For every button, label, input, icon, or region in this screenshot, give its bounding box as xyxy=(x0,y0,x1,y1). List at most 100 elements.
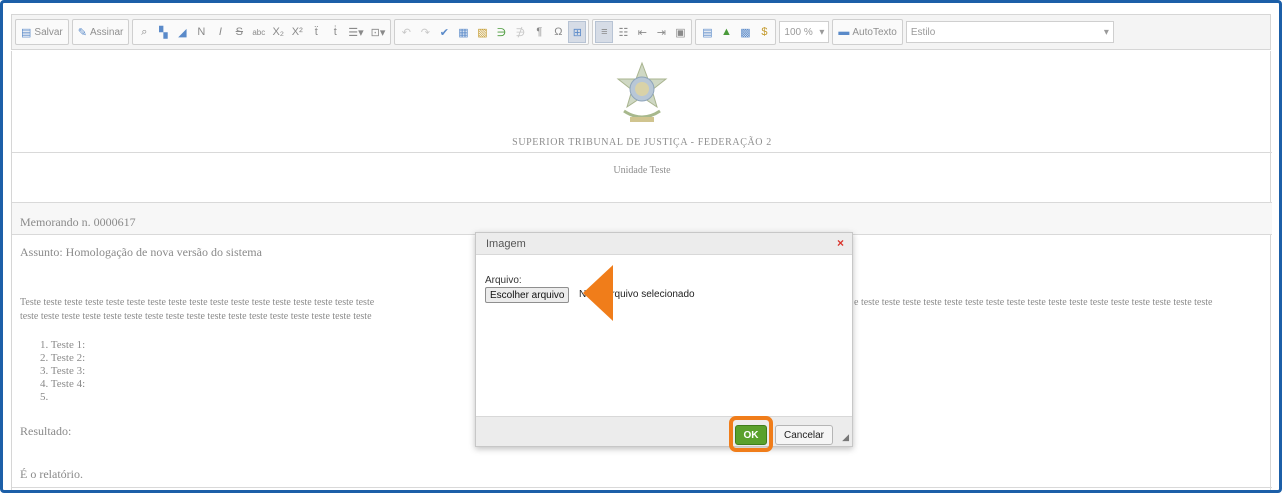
font-size-up-button[interactable]: ẗ xyxy=(307,21,325,43)
italic-button[interactable]: I xyxy=(211,21,229,43)
smallcaps-button[interactable]: abc xyxy=(249,21,268,43)
dollar-icon: $ xyxy=(761,26,768,38)
indent-button[interactable]: ⇥ xyxy=(652,21,670,43)
bold-button[interactable]: N xyxy=(192,21,210,43)
zoom-select[interactable]: 100 % ▾ xyxy=(779,21,830,43)
undo-button[interactable]: ↶ xyxy=(397,21,415,43)
subscript-button[interactable]: X₂ xyxy=(269,21,287,43)
subject-line: Assunto: Homologação de nova versão do s… xyxy=(20,245,262,259)
paragraph-line-2: teste teste teste teste teste teste test… xyxy=(20,311,372,322)
format-icon: ⊡▾ xyxy=(370,26,386,39)
list-item: 1. Teste 1: xyxy=(40,339,86,351)
undo-icon: ↶ xyxy=(401,26,411,39)
closing-line: É o relatório. xyxy=(20,467,83,481)
font-size-icon: ẗ xyxy=(314,26,318,38)
style-value: Estilo xyxy=(910,26,936,38)
template-button[interactable]: ▤ xyxy=(698,21,716,43)
window-frame: ▤ Salvar ✎ Assinar ⌕ ▚ ◢ N I S abc X₂ X²… xyxy=(0,0,1282,493)
italic-icon: I xyxy=(218,26,222,38)
document-header: SUPERIOR TRIBUNAL DE JUSTIÇA - FEDERAÇÃO… xyxy=(12,51,1272,153)
special-char-button[interactable]: Ω xyxy=(549,21,567,43)
calendar-icon: ▩ xyxy=(740,26,751,39)
editor-toolbar: ▤ Salvar ✎ Assinar ⌕ ▚ ◢ N I S abc X₂ X²… xyxy=(11,14,1271,50)
close-icon[interactable]: × xyxy=(837,236,844,250)
spellcheck-button[interactable]: ✔ xyxy=(435,21,453,43)
eraser-button[interactable]: ◢ xyxy=(173,21,191,43)
table-icon: ▦ xyxy=(458,26,469,39)
coat-of-arms-icon xyxy=(616,61,668,122)
paste-button[interactable]: ▧ xyxy=(473,21,491,43)
find-replace-button[interactable]: ⌕ xyxy=(135,21,153,43)
superscript-icon: X² xyxy=(291,26,303,38)
sign-button[interactable]: ✎ Assinar xyxy=(75,21,127,43)
outdent-icon: ⇤ xyxy=(637,26,647,39)
image-button[interactable]: ▣ xyxy=(671,21,689,43)
indent-icon: ⇥ xyxy=(656,26,666,39)
link-icon: ∋ xyxy=(496,26,507,39)
list-style-dropdown[interactable]: ☰▾ xyxy=(345,21,366,43)
style-select[interactable]: Estilo ▾ xyxy=(905,21,1114,43)
list-item: 3. Teste 3: xyxy=(40,365,86,377)
redo-button[interactable]: ↷ xyxy=(416,21,434,43)
strikethrough-button[interactable]: S xyxy=(230,21,248,43)
eraser-icon: ◢ xyxy=(178,26,187,39)
save-button[interactable]: ▤ Salvar xyxy=(18,21,66,43)
save-button-label: Salvar xyxy=(34,26,63,38)
bold-icon: N xyxy=(197,26,206,38)
bullet-list-button[interactable]: ☷ xyxy=(614,21,632,43)
blocks-icon: ⊞ xyxy=(572,26,582,39)
highlight-button[interactable]: ▚ xyxy=(154,21,172,43)
toolbar-group-edit: ↶ ↷ ✔ ▦ ▧ ∋ ∌ ¶ Ω ⊞ xyxy=(394,19,590,45)
paragraph-line-1-continued: e teste teste teste teste teste teste te… xyxy=(854,297,1213,308)
unlink-button[interactable]: ∌ xyxy=(511,21,529,43)
unlink-icon: ∌ xyxy=(515,26,526,39)
outdent-button[interactable]: ⇤ xyxy=(633,21,651,43)
divider xyxy=(12,487,1272,488)
numbered-list: 1. Teste 1: 2. Teste 2: 3. Teste 3: 4. T… xyxy=(40,339,85,404)
toolbar-group-autotext: ▬ AutoTexto xyxy=(832,19,903,45)
table-button[interactable]: ▦ xyxy=(454,21,472,43)
arrow-annotation-icon xyxy=(583,265,613,321)
format-dropdown[interactable]: ⊡▾ xyxy=(368,21,389,43)
calendar-button[interactable]: ▩ xyxy=(736,21,754,43)
image-icon: ▣ xyxy=(675,26,686,39)
toolbar-group-save: ▤ Salvar xyxy=(15,19,69,45)
sign-button-label: Assinar xyxy=(89,26,124,38)
floppy-disk-icon: ▤ xyxy=(21,26,32,39)
list-item: 2. Teste 2: xyxy=(40,352,86,364)
highlight-icon: ▚ xyxy=(159,26,168,39)
resize-handle-icon[interactable]: ◢ xyxy=(842,432,849,443)
result-label: Resultado: xyxy=(20,424,72,438)
cancel-button[interactable]: Cancelar xyxy=(775,425,833,445)
paragraph-button[interactable]: ¶ xyxy=(530,21,548,43)
image-dialog: Imagem × Arquivo: Escolher arquivo N um … xyxy=(475,232,853,452)
paragraph-icon: ¶ xyxy=(536,26,543,38)
autotext-button[interactable]: ▬ AutoTexto xyxy=(835,21,899,43)
currency-button[interactable]: $ xyxy=(755,21,773,43)
toolbar-group-format: ⌕ ▚ ◢ N I S abc X₂ X² ẗ ṫ ☰▾ ⊡▾ xyxy=(132,19,392,45)
show-blocks-button[interactable]: ⊞ xyxy=(568,21,587,43)
memo-number: Memorando n. 0000617 xyxy=(20,215,136,229)
list-style-icon: ☰▾ xyxy=(348,26,364,39)
choose-file-button[interactable]: Escolher arquivo xyxy=(485,287,570,303)
dialog-titlebar[interactable]: Imagem × xyxy=(476,233,852,255)
list-item: 4. Teste 4: xyxy=(40,378,86,390)
smallcaps-icon: abc xyxy=(252,27,266,37)
paragraph-line-1: Teste teste teste teste teste teste test… xyxy=(20,297,375,308)
omega-icon: Ω xyxy=(554,26,563,38)
template-icon: ▤ xyxy=(702,26,713,39)
toolbar-group-sign: ✎ Assinar xyxy=(71,19,130,45)
autotext-icon: ▬ xyxy=(838,26,850,38)
signature-block-button[interactable]: ▲ xyxy=(717,21,735,43)
check-icon: ✔ xyxy=(439,26,449,39)
link-button[interactable]: ∋ xyxy=(492,21,510,43)
list-item: 5. xyxy=(40,391,49,403)
font-size-down-button[interactable]: ṫ xyxy=(326,21,344,43)
superscript-button[interactable]: X² xyxy=(288,21,306,43)
numbered-list-button[interactable]: ≡ xyxy=(595,21,614,43)
redo-icon: ↷ xyxy=(420,26,430,39)
chevron-down-icon: ▾ xyxy=(819,26,825,38)
memo-row xyxy=(12,203,1272,235)
ok-highlight-box xyxy=(729,416,773,452)
autotext-label: AutoTexto xyxy=(852,26,897,38)
